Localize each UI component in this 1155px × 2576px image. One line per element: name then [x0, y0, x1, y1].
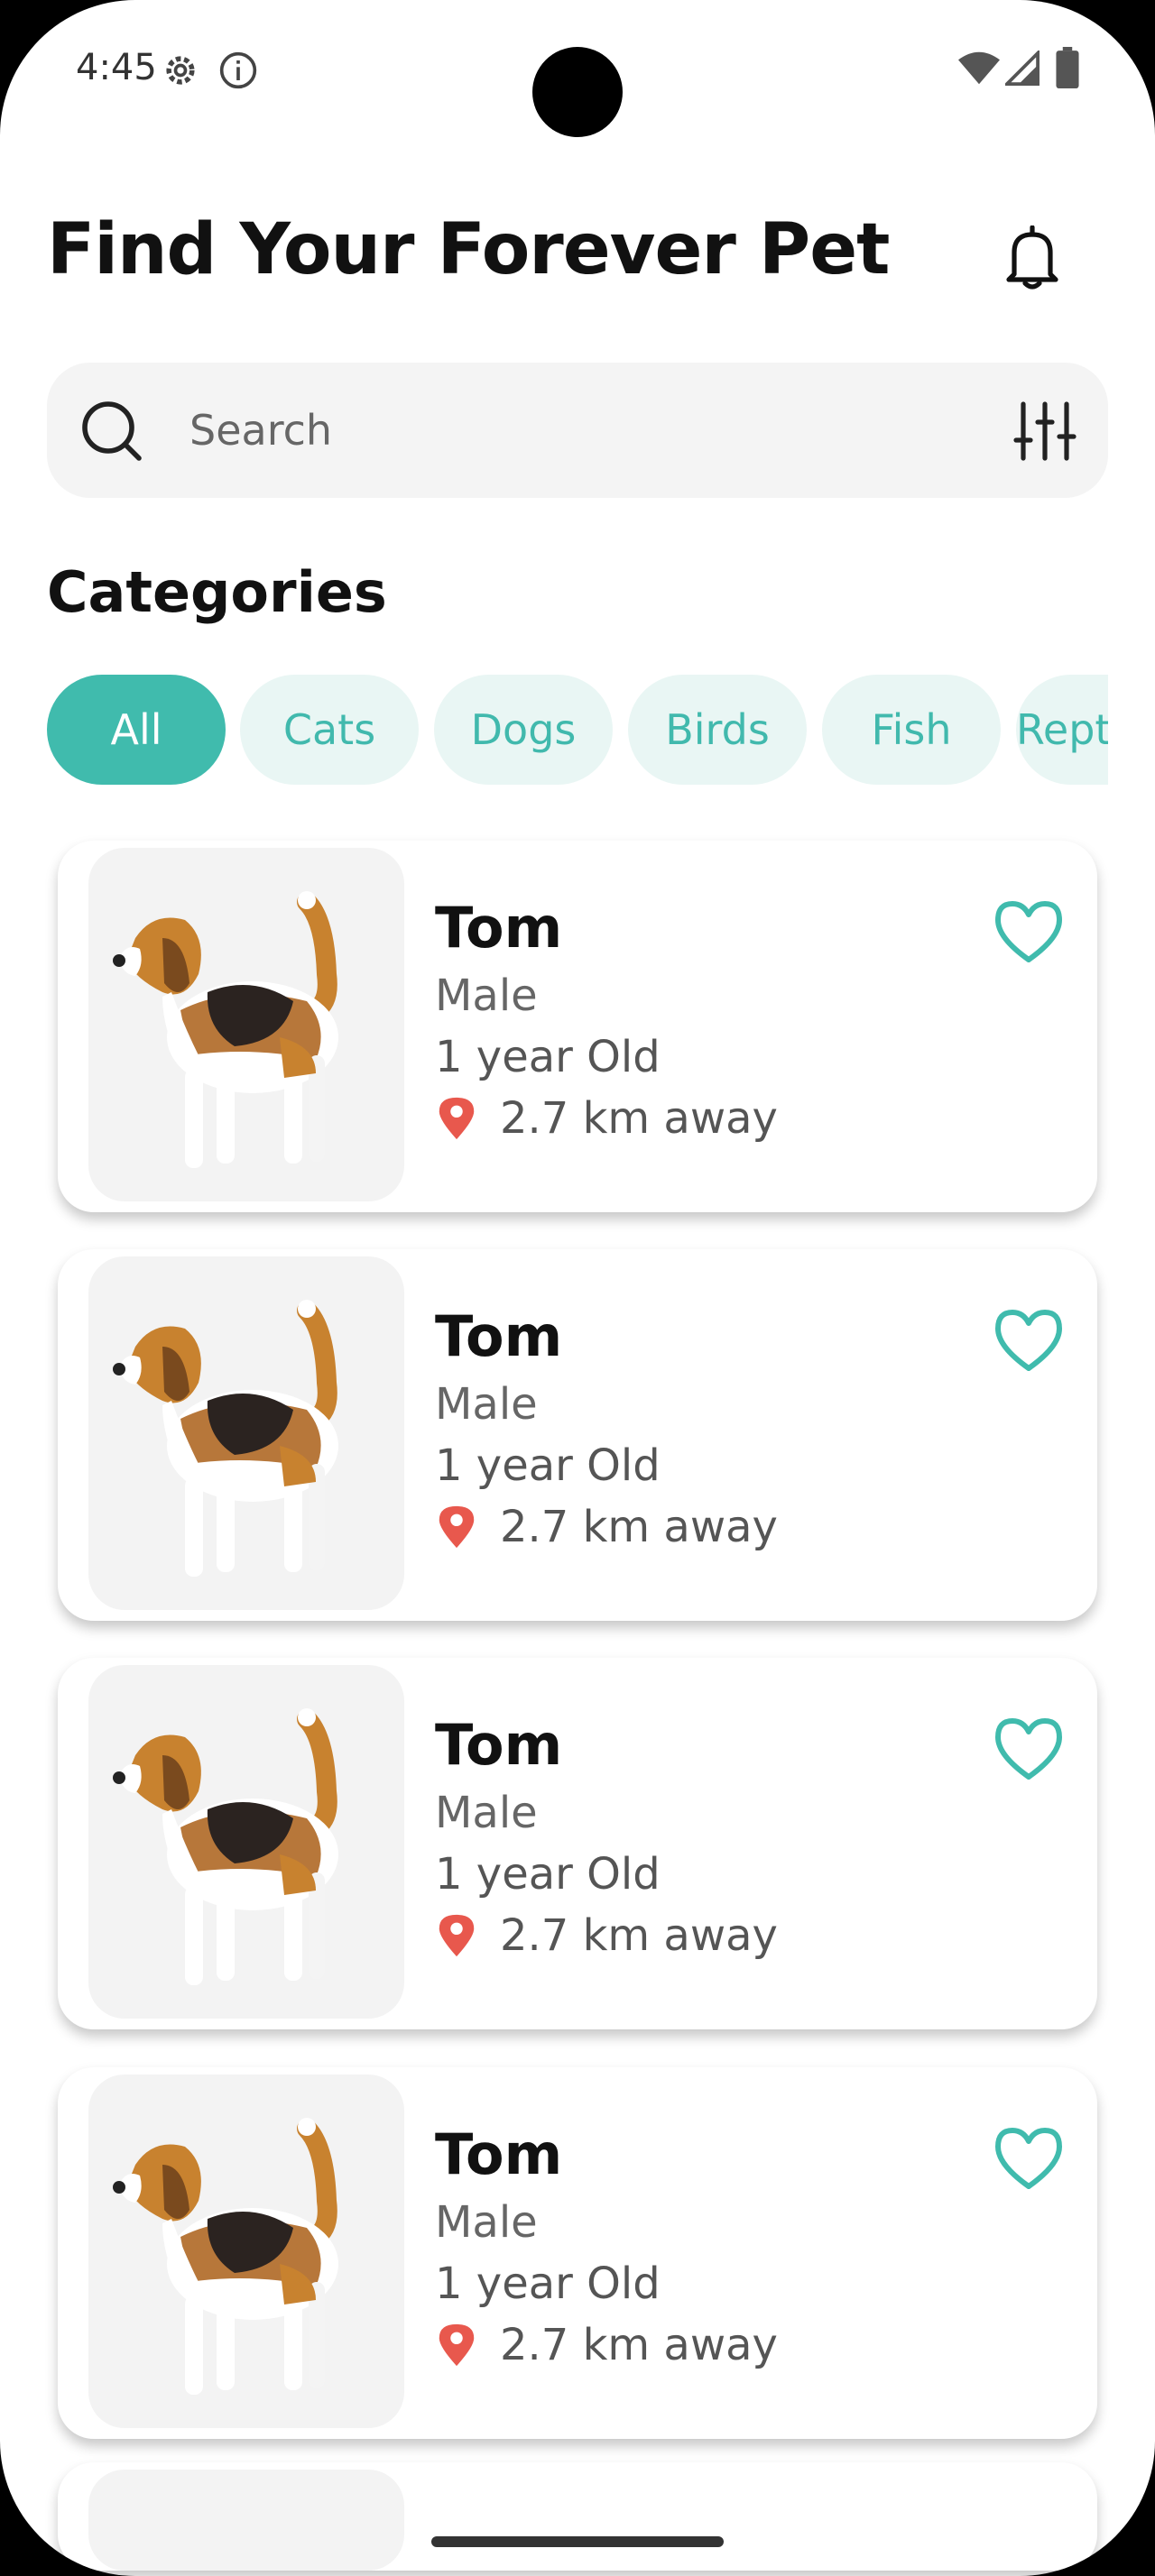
- bell-icon[interactable]: [1003, 225, 1061, 290]
- pet-age: 1 year Old: [435, 1440, 661, 1491]
- pet-age: 1 year Old: [435, 1032, 661, 1082]
- info-icon: [219, 51, 257, 89]
- pet-photo: [88, 2075, 404, 2428]
- pet-distance: 2.7 km away: [500, 1093, 778, 1144]
- category-chip-birds[interactable]: Birds: [628, 675, 807, 785]
- dog-illustration-icon: [113, 1708, 338, 1985]
- category-chip-dogs[interactable]: Dogs: [434, 675, 613, 785]
- pet-location: 2.7 km away: [437, 1910, 778, 1961]
- pet-photo: [88, 1256, 404, 1610]
- phone-screen: 4:45 Find Your Forever Pet Search Catego…: [0, 0, 1155, 2576]
- signal-icon: [1005, 51, 1040, 86]
- pet-photo: [88, 1665, 404, 2019]
- pet-distance: 2.7 km away: [500, 1910, 778, 1961]
- pet-location: 2.7 km away: [437, 2320, 778, 2370]
- heart-icon[interactable]: [993, 1716, 1065, 1782]
- location-pin-icon: [439, 1505, 475, 1549]
- heart-icon[interactable]: [993, 1307, 1065, 1374]
- filter-icon[interactable]: [1012, 399, 1077, 464]
- dog-illustration-icon: [113, 1300, 338, 1577]
- category-chip-all[interactable]: All: [47, 675, 226, 785]
- pet-card[interactable]: Tom Male 1 year Old 2.7 km away: [58, 1249, 1097, 1621]
- dog-illustration-icon: [113, 891, 338, 1168]
- categories-heading: Categories: [47, 559, 387, 625]
- pet-location: 2.7 km away: [437, 1093, 778, 1144]
- pet-distance: 2.7 km away: [500, 1502, 778, 1552]
- pet-gender: Male: [435, 1379, 538, 1430]
- pet-name: Tom: [435, 895, 563, 961]
- pet-age: 1 year Old: [435, 1849, 661, 1900]
- category-chip-reptiles-label: Reptiles: [1016, 705, 1108, 754]
- heart-icon[interactable]: [993, 2125, 1065, 2192]
- status-bar: 4:45: [0, 0, 1155, 137]
- location-pin-icon: [439, 2323, 475, 2367]
- settings-icon: [166, 56, 195, 85]
- search-icon: [82, 401, 142, 461]
- pet-photo: [88, 2470, 404, 2571]
- search-bar[interactable]: [47, 363, 1108, 498]
- front-camera: [532, 47, 623, 137]
- category-chip-reptiles[interactable]: Reptiles: [1016, 675, 1108, 785]
- category-chip-fish[interactable]: Fish: [822, 675, 1001, 785]
- pet-location: 2.7 km away: [437, 1502, 778, 1552]
- pet-name: Tom: [435, 2121, 563, 2187]
- pet-card-partial[interactable]: [58, 2462, 1097, 2571]
- category-chips: All Cats Dogs Birds Fish Reptiles: [47, 675, 1108, 787]
- pet-photo: [88, 848, 404, 1201]
- status-time: 4:45: [76, 47, 157, 88]
- wifi-icon: [958, 51, 1000, 85]
- pet-gender: Male: [435, 2197, 538, 2248]
- pet-card[interactable]: Tom Male 1 year Old 2.7 km away: [58, 841, 1097, 1212]
- location-pin-icon: [439, 1914, 475, 1957]
- category-chip-cats[interactable]: Cats: [240, 675, 419, 785]
- pet-distance: 2.7 km away: [500, 2320, 778, 2370]
- pet-gender: Male: [435, 971, 538, 1021]
- heart-icon[interactable]: [993, 898, 1065, 965]
- pet-card[interactable]: Tom Male 1 year Old 2.7 km away: [58, 1658, 1097, 2029]
- pet-card[interactable]: Tom Male 1 year Old 2.7 km away: [58, 2067, 1097, 2439]
- location-pin-icon: [439, 1097, 475, 1140]
- pet-name: Tom: [435, 1712, 563, 1778]
- dog-illustration-icon: [113, 2118, 338, 2395]
- home-indicator[interactable]: [431, 2536, 724, 2547]
- pet-age: 1 year Old: [435, 2259, 661, 2309]
- battery-icon: [1056, 47, 1079, 88]
- search-input[interactable]: [188, 402, 913, 458]
- pet-name: Tom: [435, 1303, 563, 1369]
- pet-gender: Male: [435, 1788, 538, 1838]
- page-title: Find Your Forever Pet: [47, 209, 890, 290]
